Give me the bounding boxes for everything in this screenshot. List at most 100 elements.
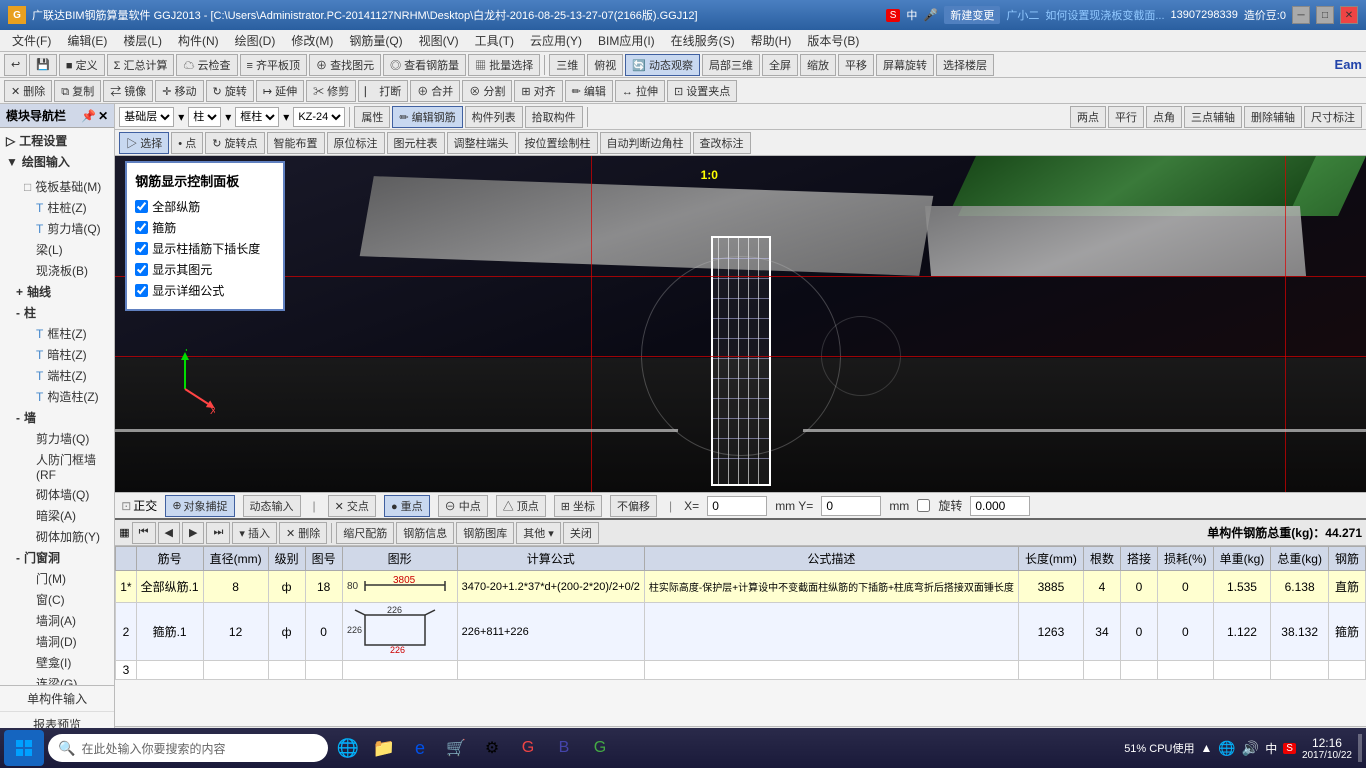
adjust-col-head-btn[interactable]: 调整柱端头 xyxy=(447,132,516,154)
cell-formula2[interactable]: 226+811+226 xyxy=(457,603,644,661)
two-point-btn[interactable]: 两点 xyxy=(1070,106,1106,128)
move-btn[interactable]: ✛ 移动 xyxy=(155,80,203,102)
system-clock[interactable]: 12:16 2017/10/22 xyxy=(1302,736,1352,761)
menu-bim[interactable]: BIM应用(I) xyxy=(590,30,663,51)
first-btn[interactable]: ⏮ xyxy=(132,522,156,544)
point-place-btn[interactable]: • 点 xyxy=(171,132,203,154)
rebar-info-btn[interactable]: 钢筋信息 xyxy=(396,522,454,544)
cell-fignum3[interactable] xyxy=(305,661,342,680)
cell-grade3[interactable] xyxy=(268,661,305,680)
menu-file[interactable]: 文件(F) xyxy=(4,30,59,51)
col-table-btn[interactable]: 图元柱表 xyxy=(387,132,445,154)
cell-diameter[interactable]: 8 xyxy=(203,571,268,603)
check-note-btn[interactable]: 查改标注 xyxy=(693,132,751,154)
merge-btn[interactable]: ⊕ 合并 xyxy=(410,80,460,102)
sidebar-item-hiddenbeam[interactable]: 暗梁(A) xyxy=(8,505,114,526)
cell-overlap2[interactable]: 0 xyxy=(1120,603,1157,661)
help-text[interactable]: 如何设置现浇板变截面... xyxy=(1045,7,1164,23)
cell-loss2[interactable]: 0 xyxy=(1157,603,1213,661)
cell-diameter2[interactable]: 12 xyxy=(203,603,268,661)
cell-loss3[interactable] xyxy=(1157,661,1213,680)
auto-judge-col-btn[interactable]: 自动判断边角柱 xyxy=(600,132,691,154)
copy-btn[interactable]: ⧉ 复制 xyxy=(54,80,101,102)
rebar-checkbox-all[interactable]: 全部纵筋 xyxy=(135,196,275,217)
cell-count2[interactable]: 34 xyxy=(1083,603,1120,661)
sidebar-item-sw2[interactable]: 剪力墙(Q) xyxy=(8,428,114,449)
no-offset-btn[interactable]: 不偏移 xyxy=(610,495,657,517)
start-button[interactable] xyxy=(4,730,44,766)
undo-btn[interactable]: ↩ xyxy=(4,54,27,76)
edit-rebar-btn[interactable]: ✏ 编辑钢筋 xyxy=(392,106,462,128)
viewport[interactable]: 1:0 Y X xyxy=(115,156,1366,492)
tray-speaker[interactable]: 🔊 xyxy=(1242,740,1259,757)
floor-select[interactable]: 基础层 xyxy=(119,107,174,127)
cell-name[interactable]: 全部纵筋.1 xyxy=(136,571,203,603)
rebar-checkbox-show-elem[interactable]: 显示其图元 xyxy=(135,259,275,280)
cloud-check-btn[interactable]: ☁ 云检查 xyxy=(176,54,237,76)
cell-unit-weight[interactable]: 1.535 xyxy=(1213,571,1271,603)
trim-btn[interactable]: ✂ 修剪 xyxy=(306,80,356,102)
sidebar-draw-input[interactable]: ▼ 绘图输入 xyxy=(0,151,114,172)
show-desktop-btn[interactable] xyxy=(1358,734,1362,762)
last-btn[interactable]: ⏭ xyxy=(206,522,230,544)
rebar-all-checkbox[interactable] xyxy=(135,200,148,213)
cell-desc2[interactable] xyxy=(644,603,1018,661)
cell-fignum2[interactable]: 0 xyxy=(305,603,342,661)
dimension-btn[interactable]: 尺寸标注 xyxy=(1304,106,1362,128)
sidebar-item-masonwall[interactable]: 砌体墙(Q) xyxy=(8,484,114,505)
minimize-btn[interactable]: ─ xyxy=(1292,6,1310,24)
cell-overlap[interactable]: 0 xyxy=(1120,571,1157,603)
prev-btn[interactable]: ◀ xyxy=(158,522,180,544)
cell-desc[interactable]: 柱实际高度-保护层+计算设中不变截面柱纵筋的下插筋+柱底弯折后搭接双面锤长度 xyxy=(644,571,1018,603)
smart-place-btn[interactable]: 智能布置 xyxy=(267,132,325,154)
menu-cloud[interactable]: 云应用(Y) xyxy=(522,30,590,51)
menu-draw[interactable]: 绘图(D) xyxy=(227,30,284,51)
delete-row-btn[interactable]: ✕ 删除 xyxy=(279,522,327,544)
dynamic-view-btn[interactable]: 🔄 动态观察 xyxy=(625,54,700,76)
maximize-btn[interactable]: □ xyxy=(1316,6,1334,24)
summary-btn[interactable]: Σ 汇总计算 xyxy=(107,54,175,76)
define-btn[interactable]: ■ 定义 xyxy=(59,54,105,76)
sidebar-item-framecol[interactable]: T 框柱(Z) xyxy=(8,323,114,344)
sidebar-item-masonrebar[interactable]: 砌体加筋(Y) xyxy=(8,526,114,547)
rebar-checkbox-detail-formula[interactable]: 显示详细公式 xyxy=(135,280,275,301)
zoom-btn[interactable]: 缩放 xyxy=(800,54,836,76)
sidebar-project-setup[interactable]: ▷ 工程设置 xyxy=(0,130,114,151)
menu-online[interactable]: 在线服务(S) xyxy=(663,30,743,51)
cell-length2[interactable]: 1263 xyxy=(1018,603,1083,661)
center-snap-btn[interactable]: ⊖ 中点 xyxy=(438,495,488,517)
pick-element-btn[interactable]: 拾取构件 xyxy=(525,106,583,128)
cell-name3[interactable] xyxy=(136,661,203,680)
menu-version[interactable]: 版本号(B) xyxy=(799,30,867,51)
y-input[interactable] xyxy=(821,496,881,516)
dynamic-input-btn[interactable]: 动态输入 xyxy=(243,495,301,517)
cell-overlap3[interactable] xyxy=(1120,661,1157,680)
sidebar-item-lintelbeam[interactable]: 连梁(G) xyxy=(8,673,114,685)
sidebar-item-niche[interactable]: 壁龛(I) xyxy=(8,652,114,673)
taskbar-icon-explorer[interactable]: 📁 xyxy=(368,732,400,764)
midpoint-snap-btn[interactable]: ● 重点 xyxy=(384,495,430,517)
rotate-input[interactable] xyxy=(970,496,1030,516)
sidebar-item-wallopening2[interactable]: 墙洞(D) xyxy=(8,631,114,652)
sidebar-pin-btn[interactable]: 📌 xyxy=(81,109,96,123)
cell-length3[interactable] xyxy=(1018,661,1083,680)
tray-up-arrow[interactable]: ▲ xyxy=(1200,741,1212,755)
delete-btn[interactable]: ✕ 删除 xyxy=(4,80,52,102)
cell-formula[interactable]: 3470-20+1.2*37*d+(200-2*20)/2+0/2 xyxy=(457,571,644,603)
sidebar-group-opening[interactable]: -门窗洞 xyxy=(8,547,114,568)
snap-btn[interactable]: ⊕ 对象捕捉 xyxy=(165,495,234,517)
cell-fignum[interactable]: 18 xyxy=(305,571,342,603)
rotate-checkbox[interactable] xyxy=(917,499,930,512)
sidebar-item-airdefwall[interactable]: 人防门框墙(RF xyxy=(8,449,114,484)
scale-rebar-btn[interactable]: 缩尺配筋 xyxy=(336,522,394,544)
sidebar-item-window[interactable]: 窗(C) xyxy=(8,589,114,610)
sidebar-item-door[interactable]: 门(M) xyxy=(8,568,114,589)
table-row[interactable]: 1* 全部纵筋.1 8 ф 18 80 3805 xyxy=(116,571,1366,603)
menu-view[interactable]: 视图(V) xyxy=(411,30,467,51)
rebar-checkbox-insert[interactable]: 显示柱插筋下插长度 xyxy=(135,238,275,259)
taskbar-icon-app1[interactable]: ⚙ xyxy=(476,732,508,764)
angle-btn[interactable]: 点角 xyxy=(1146,106,1182,128)
element-type-select[interactable]: 柱 xyxy=(188,107,221,127)
select-floor-btn[interactable]: 选择楼层 xyxy=(936,54,994,76)
cell-name2[interactable]: 箍筋.1 xyxy=(136,603,203,661)
